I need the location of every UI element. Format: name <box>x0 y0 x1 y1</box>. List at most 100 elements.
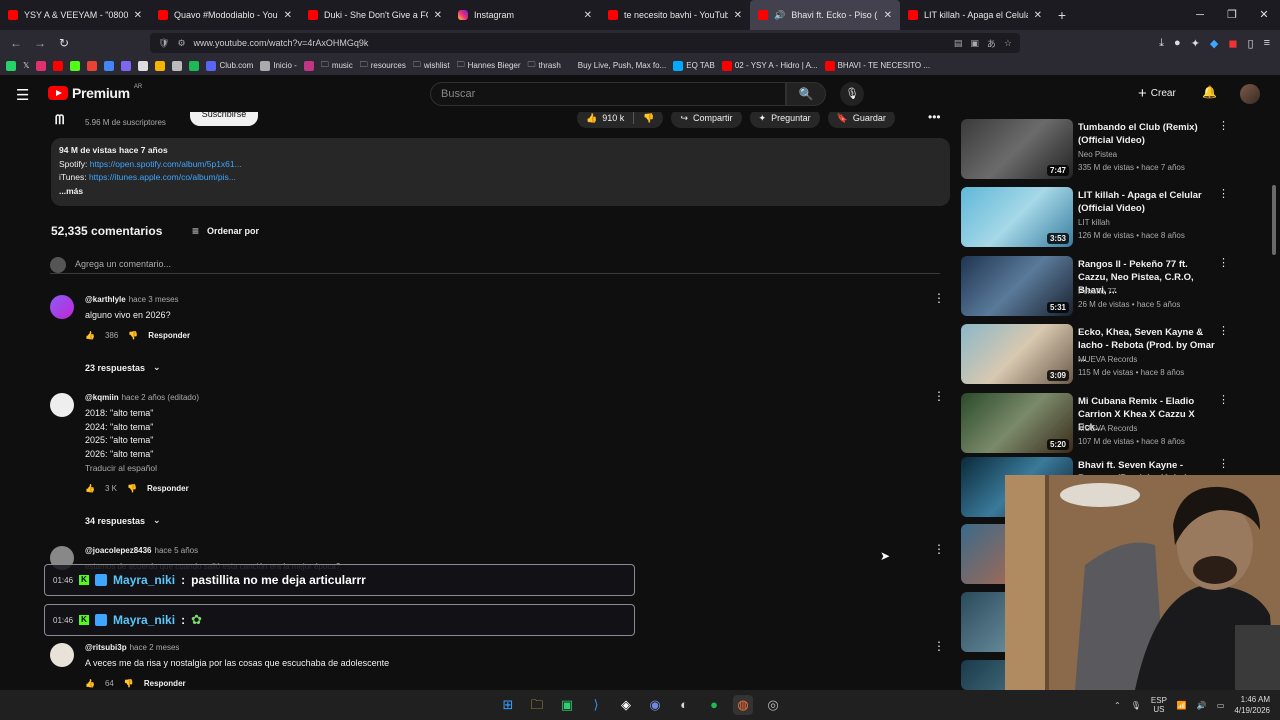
bookmark-icon[interactable] <box>155 60 166 71</box>
sidebar-icon[interactable]: ▯ <box>1248 37 1254 50</box>
view-replies-button[interactable]: 34 respuestas ⌄ <box>85 515 161 526</box>
reload-icon[interactable]: ↻ <box>52 36 76 50</box>
instagram-icon[interactable] <box>36 60 47 71</box>
extension-shield-icon[interactable]: ◆ <box>1210 37 1218 50</box>
shield-icon[interactable]: 🛡 <box>158 38 169 49</box>
app-icon[interactable]: ▣ <box>557 695 577 715</box>
spotify-link[interactable]: https://open.spotify.com/album/5p1x61... <box>90 159 242 169</box>
close-icon[interactable]: ✕ <box>1034 10 1042 21</box>
recommended-video[interactable]: 7:47 Tumbando el Club (Remix) (Official … <box>960 119 1260 183</box>
search-button[interactable]: 🔍 <box>786 82 826 106</box>
close-icon[interactable]: ✕ <box>134 10 142 21</box>
spotify-icon[interactable]: ● <box>704 695 724 715</box>
windows-start-icon[interactable]: ⊞ <box>498 695 518 715</box>
close-window-icon[interactable]: ✕ <box>1248 0 1280 30</box>
bookmark-bhavi[interactable]: BHAVI - TE NECESITO ... <box>824 60 930 71</box>
bookmark-buy-live[interactable]: Buy Live, Push, Max fo... <box>578 61 666 70</box>
kick-icon[interactable] <box>70 60 81 71</box>
close-icon[interactable]: ✕ <box>284 10 292 21</box>
video-thumbnail[interactable]: 3:53 <box>961 187 1073 247</box>
whatsapp-icon[interactable] <box>6 60 16 71</box>
app-icon[interactable]: ◈ <box>616 695 636 715</box>
clock[interactable]: 1:46 AM 4/19/2026 <box>1234 694 1270 716</box>
comment-author[interactable]: @ritsubi3p hace 2 meses <box>85 643 179 652</box>
comment-menu-icon[interactable]: ⋮ <box>933 389 945 403</box>
comment-menu-icon[interactable]: ⋮ <box>933 542 945 556</box>
new-tab-button[interactable]: + <box>1050 7 1074 23</box>
downloads-icon[interactable]: ⤓ <box>1159 37 1164 50</box>
battery-icon[interactable]: ▭ <box>1217 701 1225 710</box>
channel-avatar[interactable]: ᗰ <box>55 112 64 128</box>
page-settings-icon[interactable]: ⚙ <box>177 38 185 49</box>
recommended-video[interactable]: 5:31 Rangos II - Pekeño 77 ft. Cazzu, Ne… <box>960 256 1260 320</box>
discord-icon[interactable]: ◉ <box>645 695 665 715</box>
steam-icon[interactable]: ◐ <box>674 695 694 715</box>
add-comment-field[interactable]: Agrega un comentario... <box>50 257 940 274</box>
bookmark-folder-thrash[interactable]: 🗀 thrash <box>528 59 561 73</box>
thumbs-up-icon[interactable]: 👍 <box>85 331 95 340</box>
browser-tab-3[interactable]: Duki - She Don't Give a FO (ft. K ✕ <box>300 0 450 30</box>
extensions-puzzle-icon[interactable]: ✦ <box>1191 37 1200 50</box>
minimize-icon[interactable]: ─ <box>1184 0 1216 30</box>
extension-red-icon[interactable]: ◼ <box>1228 37 1237 50</box>
video-thumbnail[interactable]: 3:09 <box>961 324 1073 384</box>
browser-tab-7[interactable]: LIT killah - Apaga el Celular ✕ <box>900 0 1050 30</box>
channel-name[interactable]: Pekeño 77 <box>1078 287 1116 296</box>
bookmark-folder-wishlist[interactable]: 🗀 wishlist <box>413 59 450 73</box>
more-options-icon[interactable]: ⋮ <box>1218 393 1229 406</box>
close-icon[interactable]: ✕ <box>584 10 592 21</box>
translate-link[interactable]: Traducir al español <box>85 463 157 473</box>
channel-name[interactable]: LIT killah <box>1078 218 1110 227</box>
video-thumbnail[interactable]: 5:31 <box>961 256 1073 316</box>
more-options-icon[interactable]: ⋮ <box>1218 187 1229 200</box>
bookmark-folder-music[interactable]: 🗀 music <box>321 59 353 73</box>
volume-icon[interactable]: 🔊 <box>1197 701 1207 710</box>
bookmark-folder-resources[interactable]: 🗀 resources <box>360 59 406 73</box>
channel-name[interactable]: MUEVA Records <box>1078 424 1137 433</box>
browser-tab-1[interactable]: YSY A & VEEYAM - "0800" - Yo ✕ <box>0 0 150 30</box>
browser-tab-2[interactable]: Quavo #Mododiablo - YouTube ✕ <box>150 0 300 30</box>
youtube-icon[interactable] <box>53 60 64 71</box>
view-replies-button[interactable]: 23 respuestas ⌄ <box>85 362 161 373</box>
more-options-icon[interactable]: ⋮ <box>1218 457 1229 470</box>
bookmark-icon[interactable] <box>172 60 183 71</box>
sort-comments-button[interactable]: ≡ Ordenar por <box>192 224 259 238</box>
firefox-icon[interactable]: ◍ <box>733 695 753 715</box>
language-indicator[interactable]: ESP US <box>1151 696 1167 714</box>
subscribe-button[interactable]: Suscribirse <box>190 112 258 126</box>
avatar[interactable] <box>50 393 74 417</box>
wifi-icon[interactable]: 📶 <box>1177 701 1187 710</box>
chevron-up-icon[interactable]: ⌃ <box>1114 701 1121 710</box>
avatar[interactable] <box>50 295 74 319</box>
itunes-link[interactable]: https://itunes.apple.com/co/album/pis... <box>89 172 236 182</box>
spotify-icon[interactable] <box>189 60 200 71</box>
thumbs-down-icon[interactable]: 👎 <box>127 484 137 493</box>
bookmark-club[interactable]: Club.com <box>206 60 253 71</box>
reply-button[interactable]: Responder <box>148 331 190 340</box>
notifications-bell-icon[interactable]: 🔔 <box>1202 85 1217 99</box>
bookmark-icon[interactable] <box>303 60 314 71</box>
video-title[interactable]: LIT killah - Apaga el Celular (Official … <box>1078 189 1218 215</box>
thumbs-down-icon[interactable]: 👎 <box>643 113 654 124</box>
video-thumbnail[interactable]: 7:47 <box>961 119 1073 179</box>
app-icon[interactable]: ◎ <box>763 695 783 715</box>
menu-icon[interactable]: ≡ <box>1264 37 1270 49</box>
more-options-icon[interactable]: ⋮ <box>1218 256 1229 269</box>
comment-menu-icon[interactable]: ⋮ <box>933 639 945 653</box>
browser-tab-6-active[interactable]: 🔊 Bhavi ft. Ecko - Piso (Prod. E ✕ <box>750 0 900 30</box>
forward-icon[interactable]: → <box>28 36 52 50</box>
create-button[interactable]: + Crear <box>1138 85 1176 102</box>
video-thumbnail[interactable]: 5:20 <box>961 393 1073 453</box>
bookmark-eq-tab[interactable]: EQ TAB <box>673 60 715 71</box>
thumbs-up-icon[interactable]: 👍 <box>85 484 95 493</box>
reader-view-icon[interactable]: ▤ <box>954 38 963 49</box>
recommended-video[interactable]: 3:09 Ecko, Khea, Seven Kayne & Iacho - R… <box>960 324 1260 388</box>
translate-icon[interactable]: あ <box>987 37 996 50</box>
like-button[interactable]: 👍 910 k 👎 <box>577 112 664 128</box>
back-icon[interactable]: ← <box>4 36 28 50</box>
recommended-video[interactable]: 5:20 Mi Cubana Remix - Eladio Carrion X … <box>960 393 1260 457</box>
drive-icon[interactable] <box>104 60 115 71</box>
gmail-icon[interactable] <box>87 60 98 71</box>
bookmark-folder-hannes[interactable]: 🗀 Hannes Bieger <box>457 59 521 73</box>
channel-name[interactable]: MUEVA Records <box>1078 355 1137 364</box>
